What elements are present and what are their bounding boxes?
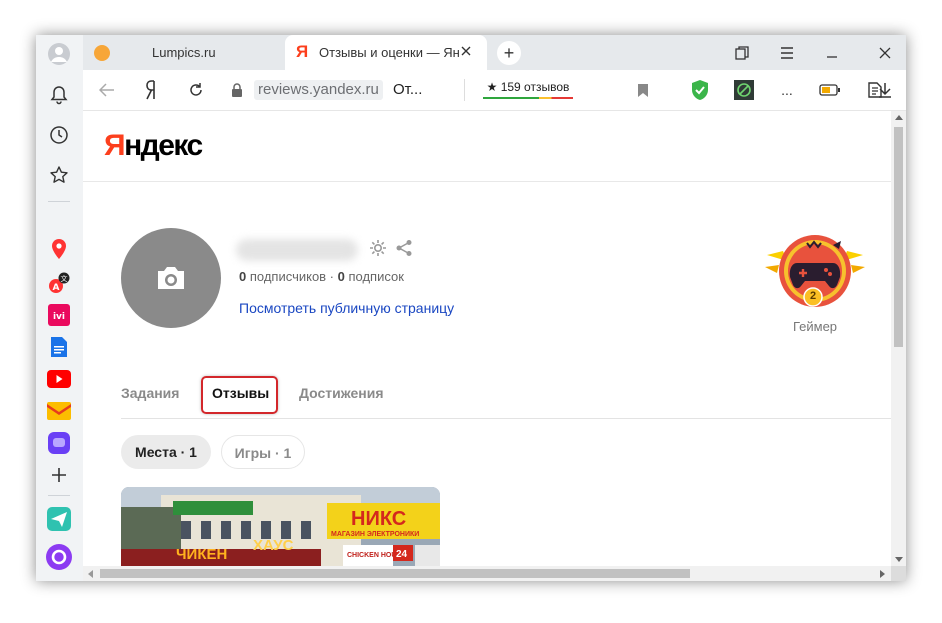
url-page-title[interactable]: От...: [393, 80, 422, 100]
alice-icon[interactable]: [45, 543, 73, 571]
sidebar-divider: [48, 495, 70, 496]
minimize-icon[interactable]: [814, 35, 850, 70]
profile-name-blurred: [236, 239, 358, 261]
vertical-scrollbar[interactable]: [891, 111, 906, 566]
badge-caption: Геймер: [792, 319, 838, 334]
filter-games[interactable]: Игры · 1: [221, 435, 305, 469]
rating-text: ★ 159 отзывов: [486, 80, 570, 94]
review-photo[interactable]: ЧИКЕН ХАУС НИКС МАГАЗИН ЭЛЕКТРОНИКИ CHIC…: [121, 487, 440, 566]
logo-first-letter: Я: [104, 129, 126, 162]
translate-icon[interactable]: A文: [45, 269, 73, 297]
shop-sub-text: МАГАЗИН ЭЛЕКТРОНИКИ: [331, 531, 419, 538]
svg-text:A: A: [53, 283, 60, 293]
protect-shield-icon[interactable]: [686, 76, 714, 104]
scroll-down-arrow[interactable]: [895, 557, 903, 562]
horizontal-scroll-thumb[interactable]: [100, 569, 690, 578]
browser-window: A文 ivi Lumpics.ru Я Отзывы и оценки — Ян…: [36, 35, 906, 581]
svg-text:ivi: ivi: [53, 312, 65, 322]
reload-icon[interactable]: [182, 76, 210, 104]
more-extensions-icon[interactable]: ...: [773, 76, 801, 104]
building-photo-image: ЧИКЕН ХАУС НИКС МАГАЗИН ЭЛЕКТРОНИКИ CHIC…: [121, 487, 440, 566]
sign-left-text: ЧИКЕН: [176, 546, 227, 563]
camera-icon: [158, 267, 184, 289]
highlight-frame: [201, 376, 278, 414]
subscribers-info: 0 подписчиков · 0 подписок: [239, 269, 404, 284]
tabs-menu-icon[interactable]: [724, 35, 760, 70]
tab-lumpics[interactable]: Lumpics.ru: [83, 35, 288, 70]
yandex-favicon: Я: [296, 42, 309, 61]
sidebar-divider: [48, 201, 70, 202]
lock-icon[interactable]: [223, 76, 251, 104]
new-tab-button[interactable]: +: [497, 41, 521, 65]
profile-avatar[interactable]: [121, 228, 221, 328]
battery-icon[interactable]: [816, 76, 844, 104]
lumpics-favicon: [94, 45, 110, 61]
url-host[interactable]: reviews.yandex.ru: [254, 80, 383, 100]
tab-strip: Lumpics.ru Я Отзывы и оценки — Ян +: [83, 35, 906, 70]
public-page-link[interactable]: Посмотреть публичную страницу: [239, 300, 454, 316]
scroll-left-arrow[interactable]: [88, 570, 93, 578]
close-tab-icon[interactable]: [460, 45, 472, 60]
tab-title: Отзывы и оценки — Ян: [319, 45, 460, 60]
sign-mid-text: ХАУС: [253, 537, 294, 554]
ivi-icon[interactable]: ivi: [45, 301, 73, 329]
mail-icon[interactable]: [45, 397, 73, 425]
add-icon[interactable]: [45, 461, 73, 489]
scroll-corner: [891, 566, 906, 581]
page-content: Яндекс 0 подписчиков · 0 подписок Посмот…: [83, 111, 891, 566]
download-icon[interactable]: [871, 76, 899, 104]
send-icon[interactable]: [45, 505, 73, 533]
tab-tasks[interactable]: Задания: [121, 385, 179, 401]
maps-icon[interactable]: [45, 235, 73, 263]
bookmark-icon[interactable]: [629, 76, 657, 104]
address-divider: [464, 79, 465, 101]
tab-title: Lumpics.ru: [152, 45, 216, 60]
scroll-up-arrow[interactable]: [895, 115, 903, 120]
subscriptions-label: подписок: [344, 269, 404, 284]
youtube-icon[interactable]: [45, 365, 73, 393]
extension-icon[interactable]: [730, 76, 758, 104]
address-toolbar: reviews.yandex.ru От... ★ 159 отзывов ..…: [83, 70, 906, 111]
badge-level: 2: [809, 290, 817, 302]
svg-text:文: 文: [61, 274, 68, 283]
logo-rest: ндекс: [124, 129, 203, 162]
yandex-header: Яндекс: [83, 111, 891, 182]
bell-icon[interactable]: [45, 81, 73, 109]
yandex-home-icon[interactable]: [138, 76, 166, 104]
achievement-badge[interactable]: 2: [763, 231, 867, 311]
star-icon[interactable]: [45, 161, 73, 189]
profile-avatar[interactable]: [45, 40, 73, 68]
filter-places[interactable]: Места · 1: [121, 435, 211, 469]
box-24-text: 24: [396, 549, 408, 560]
scroll-right-arrow[interactable]: [880, 570, 885, 578]
menu-icon[interactable]: [769, 35, 805, 70]
browser-sidebar: A文 ivi: [36, 35, 84, 581]
close-window-icon[interactable]: [864, 35, 906, 70]
vertical-scroll-thumb[interactable]: [894, 127, 903, 347]
subscribers-label: подписчиков ·: [246, 269, 338, 284]
tab-achievements[interactable]: Достижения: [299, 385, 384, 401]
docs-icon[interactable]: [45, 333, 73, 361]
back-icon[interactable]: [93, 76, 121, 104]
messenger-icon[interactable]: [45, 429, 73, 457]
tab-reviews[interactable]: Я Отзывы и оценки — Ян: [285, 35, 487, 70]
subscriptions-count: 0: [337, 269, 345, 284]
yandex-logo[interactable]: Яндекс: [104, 129, 203, 163]
rating-badge[interactable]: ★ 159 отзывов: [481, 76, 575, 102]
rating-bar: [483, 97, 573, 99]
history-icon[interactable]: [45, 121, 73, 149]
share-icon[interactable]: [395, 239, 413, 262]
shop-name-text: НИКС: [351, 508, 406, 530]
settings-icon[interactable]: [369, 239, 387, 262]
horizontal-scrollbar[interactable]: [83, 566, 891, 581]
